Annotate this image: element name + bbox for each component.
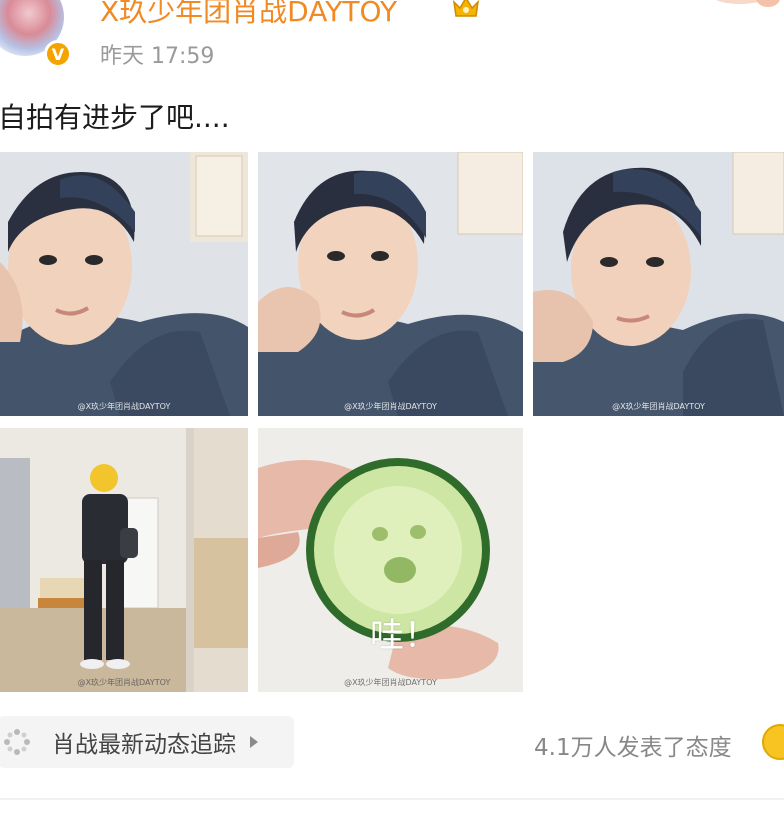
- photo-watermark: @X玖少年团肖战DAYTOY: [344, 402, 437, 411]
- topic-label: 肖战最新动态追踪: [52, 732, 236, 758]
- post-text: 自拍有进步了吧....: [0, 101, 230, 134]
- mirror-photo[interactable]: @X玖少年团肖战DAYTOY: [0, 428, 248, 692]
- photo-watermark: @X玖少年团肖战DAYTOY: [612, 402, 705, 411]
- crown-icon: [452, 0, 480, 17]
- cucumber-photo[interactable]: 哇！ @X玖少年团肖战DAYTOY: [258, 428, 523, 692]
- sparkle-icon: [4, 729, 30, 755]
- selfie-photo-1[interactable]: @X玖少年团肖战DAYTOY: [0, 152, 248, 416]
- emoji-icon[interactable]: [762, 724, 784, 760]
- author-name[interactable]: X玖少年团肖战DAYTOY: [100, 0, 397, 30]
- post-time: 昨天 17:59: [100, 44, 215, 69]
- decoration-icon: [716, 0, 780, 7]
- photo-watermark: @X玖少年团肖战DAYTOY: [344, 678, 437, 687]
- divider: [0, 798, 784, 800]
- topic-chip[interactable]: 肖战最新动态追踪: [0, 716, 294, 768]
- photo-watermark: @X玖少年团肖战DAYTOY: [77, 402, 171, 411]
- selfie-photo-2[interactable]: @X玖少年团肖战DAYTOY: [258, 152, 523, 416]
- chevron-right-icon: [250, 736, 258, 748]
- photo-watermark: @X玖少年团肖战DAYTOY: [77, 678, 171, 687]
- reaction-count[interactable]: 4.1万人发表了态度: [534, 728, 732, 762]
- selfie-photo-3[interactable]: @X玖少年团肖战DAYTOY: [533, 152, 784, 416]
- photo-caption: 哇！: [370, 616, 438, 656]
- verified-badge-icon: V: [44, 40, 72, 68]
